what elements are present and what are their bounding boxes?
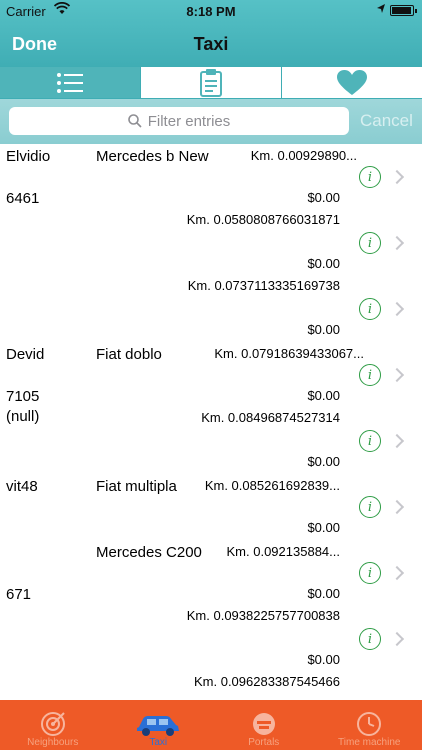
battery-icon bbox=[390, 5, 417, 16]
distance: Km. 0.092135884... bbox=[226, 544, 340, 559]
tab-time-machine[interactable]: Time machine bbox=[317, 700, 422, 750]
chevron-right-icon bbox=[389, 235, 405, 251]
info-icon[interactable]: i bbox=[359, 298, 381, 320]
distance: Km. 0.0737113335169738 bbox=[187, 278, 340, 293]
price: $0.00 bbox=[307, 388, 340, 403]
heart-icon bbox=[337, 69, 367, 95]
chevron-right-icon bbox=[389, 631, 405, 647]
search-placeholder: Filter entries bbox=[147, 112, 231, 130]
list-item[interactable]: Km. 0.096283387545466 i bbox=[0, 672, 422, 700]
distance: Km. 0.08496874527314 bbox=[201, 410, 340, 425]
price: $0.00 bbox=[307, 520, 340, 535]
segment-favorites[interactable] bbox=[282, 67, 422, 98]
taxi-list: Elvidio Mercedes b New Km. 0.00929890...… bbox=[0, 144, 422, 700]
list-item[interactable]: Mercedes C200 Km. 0.092135884... 671 $0.… bbox=[0, 540, 422, 606]
segment-list[interactable] bbox=[0, 67, 141, 98]
chevron-right-icon bbox=[389, 301, 405, 317]
price: $0.00 bbox=[307, 322, 340, 337]
tab-label: Time machine bbox=[338, 737, 401, 748]
distance: Km. 0.0938225757700838 bbox=[186, 608, 340, 623]
chevron-right-icon bbox=[389, 169, 405, 185]
tab-label: Portals bbox=[248, 737, 280, 748]
distance: Km. 0.085261692839... bbox=[204, 478, 340, 493]
distance: Km. 0.0580808766031871 bbox=[186, 212, 340, 227]
list-item[interactable]: Elvidio Mercedes b New Km. 0.00929890...… bbox=[0, 144, 422, 210]
chevron-right-icon bbox=[389, 499, 405, 515]
list-item[interactable]: Km. 0.0737113335169738 $0.00 i bbox=[0, 276, 422, 342]
chevron-right-icon bbox=[389, 565, 405, 581]
price: $0.00 bbox=[307, 586, 340, 601]
distance: Km. 0.096283387545466 bbox=[193, 674, 340, 689]
portal-icon bbox=[252, 713, 275, 735]
plate-number: 7105 bbox=[6, 388, 40, 405]
clipboard-icon bbox=[200, 68, 222, 97]
location-arrow-icon bbox=[377, 4, 385, 13]
view-segmented-control bbox=[0, 66, 422, 99]
info-icon[interactable]: i bbox=[359, 232, 381, 254]
segment-clipboard[interactable] bbox=[141, 67, 282, 98]
price: $0.00 bbox=[307, 190, 340, 205]
search-input[interactable]: Filter entries bbox=[9, 107, 349, 135]
tab-label: Neighbours bbox=[27, 737, 79, 748]
plate-number: 671 bbox=[6, 586, 32, 603]
list-item[interactable]: Devid Fiat doblo Km. 0.07918639433067...… bbox=[0, 342, 422, 408]
price: $0.00 bbox=[307, 652, 340, 667]
chevron-right-icon bbox=[389, 433, 405, 449]
list-item[interactable]: vit48 Fiat multipla Km. 0.085261692839..… bbox=[0, 474, 422, 540]
info-icon[interactable]: i bbox=[359, 430, 381, 452]
list-icon bbox=[57, 72, 83, 93]
list-item[interactable]: Km. 0.0938225757700838 $0.00 i bbox=[0, 606, 422, 672]
price: $0.00 bbox=[307, 454, 340, 469]
clock-time: 8:18 PM bbox=[186, 4, 236, 19]
tab-neighbours[interactable]: Neighbours bbox=[0, 700, 106, 750]
price: $0.00 bbox=[307, 256, 340, 271]
list-item[interactable]: (null) Km. 0.08496874527314 $0.00 i bbox=[0, 408, 422, 474]
clock-icon bbox=[357, 712, 382, 736]
tab-taxi[interactable]: Taxi bbox=[106, 700, 212, 750]
info-icon[interactable]: i bbox=[359, 166, 381, 188]
cancel-button[interactable]: Cancel bbox=[360, 111, 413, 131]
distance: Km. 0.07918639433067... bbox=[214, 346, 364, 361]
distance: Km. 0.00929890... bbox=[250, 148, 357, 163]
status-bar: Carrier 8:18 PM bbox=[0, 0, 422, 22]
plate-number: 6461 bbox=[6, 190, 40, 207]
info-icon[interactable]: i bbox=[359, 496, 381, 518]
tab-label: Taxi bbox=[149, 737, 168, 748]
info-icon[interactable]: i bbox=[359, 628, 381, 650]
target-icon bbox=[40, 712, 65, 736]
info-icon[interactable]: i bbox=[359, 364, 381, 386]
tab-portals[interactable]: Portals bbox=[211, 700, 317, 750]
list-item[interactable]: Km. 0.0580808766031871 $0.00 i bbox=[0, 210, 422, 276]
chevron-right-icon bbox=[389, 367, 405, 383]
search-icon bbox=[127, 114, 142, 128]
tab-bar: Neighbours Taxi Portals Time machine bbox=[0, 700, 422, 750]
taxi-icon bbox=[137, 716, 180, 736]
page-title: Taxi bbox=[193, 34, 229, 54]
info-icon[interactable]: i bbox=[359, 562, 381, 584]
navigation-bar: Carrier 8:18 PM Done Taxi bbox=[0, 0, 422, 68]
search-bar: Filter entries Cancel bbox=[0, 99, 422, 144]
